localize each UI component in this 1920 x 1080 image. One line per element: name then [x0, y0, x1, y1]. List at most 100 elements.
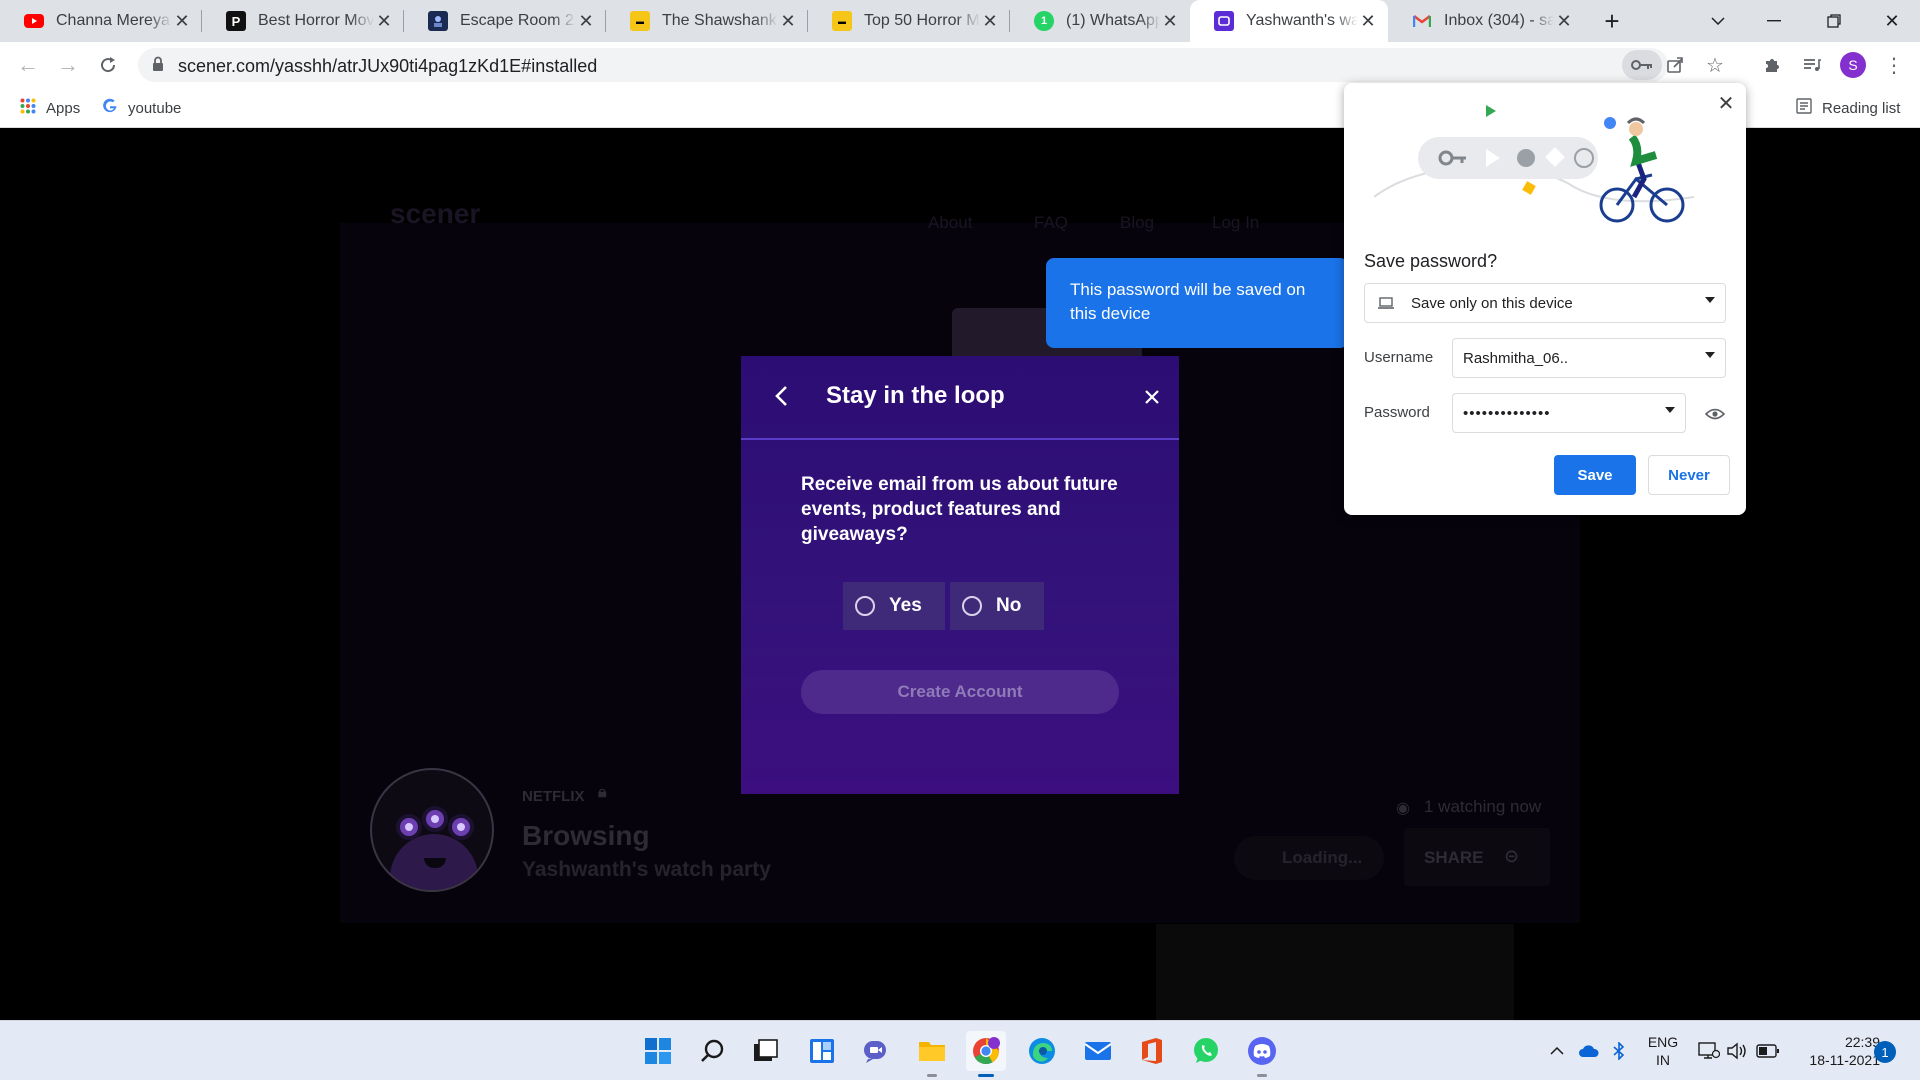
- share-icon[interactable]: [1660, 50, 1690, 80]
- bookmark-apps[interactable]: Apps: [20, 96, 80, 120]
- option-label: No: [996, 595, 1022, 616]
- storage-location-value: Save only on this device: [1411, 295, 1573, 312]
- tab-search-icon[interactable]: [1690, 0, 1746, 42]
- profile-avatar[interactable]: S: [1840, 52, 1866, 78]
- monster-eye: [448, 814, 474, 840]
- whatsapp-icon: 1: [1034, 11, 1054, 31]
- widgets-icon[interactable]: [802, 1031, 842, 1071]
- eye-icon[interactable]: [1702, 401, 1728, 427]
- tab-4[interactable]: ▬ The Shawshank R ✕: [606, 0, 808, 42]
- new-tab-button[interactable]: +: [1584, 0, 1640, 42]
- close-icon[interactable]: ✕: [778, 11, 798, 31]
- system-clock[interactable]: 22:39 18-11-2021: [1790, 1033, 1880, 1069]
- save-password-title: Save password?: [1364, 251, 1498, 271]
- save-button[interactable]: Save: [1554, 455, 1636, 495]
- onedrive-icon[interactable]: [1576, 1037, 1602, 1065]
- laptop-icon: [1377, 296, 1395, 315]
- storage-location-select[interactable]: Save only on this device: [1364, 283, 1726, 323]
- no-radio-option[interactable]: No: [950, 582, 1044, 630]
- close-icon[interactable]: ✕: [374, 11, 394, 31]
- address-bar[interactable]: scener.com/yasshh/atrJUx90ti4pag1zKd1E#i…: [138, 48, 1724, 82]
- nav-login[interactable]: Log In: [1212, 213, 1259, 233]
- extensions-puzzle-icon[interactable]: [1758, 51, 1786, 79]
- search-icon[interactable]: [692, 1031, 732, 1071]
- scener-logo[interactable]: scener: [390, 198, 480, 230]
- star-icon[interactable]: ☆: [1700, 50, 1730, 80]
- media-queue-icon[interactable]: [1798, 51, 1826, 79]
- tab-title: The Shawshank R: [662, 12, 778, 29]
- close-icon[interactable]: ✕: [1714, 91, 1738, 115]
- option-label: Yes: [889, 595, 922, 616]
- clock-date: 18-11-2021: [1809, 1052, 1880, 1068]
- monster-pupil: [431, 815, 439, 823]
- chevron-up-icon[interactable]: [1546, 1037, 1568, 1065]
- windows-start-icon[interactable]: [638, 1031, 678, 1071]
- task-view-icon[interactable]: [746, 1031, 786, 1071]
- tab-7-active[interactable]: Yashwanth's watc ✕: [1190, 0, 1388, 42]
- dropdown-arrow-icon: [1665, 407, 1675, 413]
- mail-icon[interactable]: [1078, 1031, 1118, 1071]
- office-icon[interactable]: [1132, 1031, 1172, 1071]
- reading-list[interactable]: Reading list: [1796, 96, 1900, 120]
- more-menu-icon[interactable]: ⋮: [1880, 51, 1908, 79]
- tab-2[interactable]: P Best Horror Movi ✕: [202, 0, 404, 42]
- language-indicator[interactable]: ENG IN: [1646, 1033, 1680, 1069]
- radio-circle-icon: [855, 596, 875, 616]
- clock-time: 22:39: [1844, 1034, 1880, 1050]
- chrome-taskbar-icon[interactable]: [966, 1031, 1006, 1077]
- username-field[interactable]: Rashmitha_06..: [1452, 338, 1726, 378]
- whatsapp-icon[interactable]: [1186, 1031, 1226, 1071]
- tab-1[interactable]: Channa Mereya F ✕: [0, 0, 202, 42]
- file-explorer-icon[interactable]: [912, 1031, 952, 1077]
- bluetooth-icon[interactable]: [1608, 1037, 1630, 1065]
- restore-button[interactable]: [1806, 0, 1862, 42]
- lock-icon[interactable]: [152, 56, 164, 77]
- tab-8[interactable]: Inbox (304) - sad ✕: [1388, 0, 1584, 42]
- close-window-button[interactable]: ✕: [1864, 0, 1920, 42]
- password-field[interactable]: ••••••••••••••: [1452, 393, 1686, 433]
- teams-chat-icon[interactable]: [856, 1031, 896, 1071]
- close-icon[interactable]: ✕: [576, 11, 596, 31]
- yes-radio-option[interactable]: Yes: [843, 582, 945, 630]
- create-account-button[interactable]: Create Account: [801, 670, 1119, 714]
- tab-5[interactable]: ▬ Top 50 Horror Mo ✕: [808, 0, 1010, 42]
- back-arrow-icon[interactable]: ←: [12, 49, 44, 81]
- close-icon[interactable]: ✕: [1160, 11, 1180, 31]
- nav-blog[interactable]: Blog: [1120, 213, 1154, 233]
- avatar: [370, 768, 494, 892]
- tab-6[interactable]: 1 (1) WhatsApp ✕: [1010, 0, 1190, 42]
- modal-title: Stay in the loop: [826, 382, 1005, 409]
- never-button[interactable]: Never: [1648, 455, 1730, 495]
- battery-icon[interactable]: [1754, 1037, 1782, 1065]
- volume-icon[interactable]: [1724, 1037, 1750, 1065]
- bookmark-youtube[interactable]: youtube: [102, 96, 181, 120]
- minimize-button[interactable]: [1746, 0, 1802, 42]
- back-chevron-icon[interactable]: [767, 382, 795, 410]
- monster-pupil: [457, 823, 465, 831]
- close-icon[interactable]: ✕: [172, 11, 192, 31]
- tab-3[interactable]: Escape Room 2: T ✕: [404, 0, 606, 42]
- close-icon[interactable]: ✕: [980, 11, 1000, 31]
- username-value: Rashmitha_06..: [1463, 350, 1569, 367]
- apps-grid-icon: [20, 98, 36, 118]
- edge-icon[interactable]: [1022, 1031, 1062, 1071]
- notification-badge[interactable]: 1: [1874, 1041, 1896, 1063]
- close-icon[interactable]: ✕: [1554, 11, 1574, 31]
- nav-faq[interactable]: FAQ: [1034, 213, 1068, 233]
- dropdown-arrow-icon: [1705, 352, 1715, 358]
- close-icon[interactable]: ✕: [1358, 11, 1378, 31]
- google-g-icon: [102, 98, 118, 118]
- email-consent-question: Receive email from us about future event…: [801, 474, 1118, 545]
- monster-pupil: [405, 823, 413, 831]
- imdb-icon: ▬: [630, 11, 650, 31]
- key-icon[interactable]: [1622, 50, 1662, 80]
- close-icon[interactable]: [1139, 384, 1165, 410]
- running-indicator: [1257, 1074, 1267, 1077]
- nav-about[interactable]: About: [928, 213, 972, 233]
- reload-icon[interactable]: [92, 49, 124, 81]
- discord-icon[interactable]: [1242, 1031, 1282, 1077]
- password-label: Password: [1364, 404, 1430, 421]
- service-label: NETFLIX: [522, 788, 585, 805]
- network-icon[interactable]: [1696, 1037, 1722, 1065]
- forward-arrow-icon[interactable]: →: [52, 49, 84, 81]
